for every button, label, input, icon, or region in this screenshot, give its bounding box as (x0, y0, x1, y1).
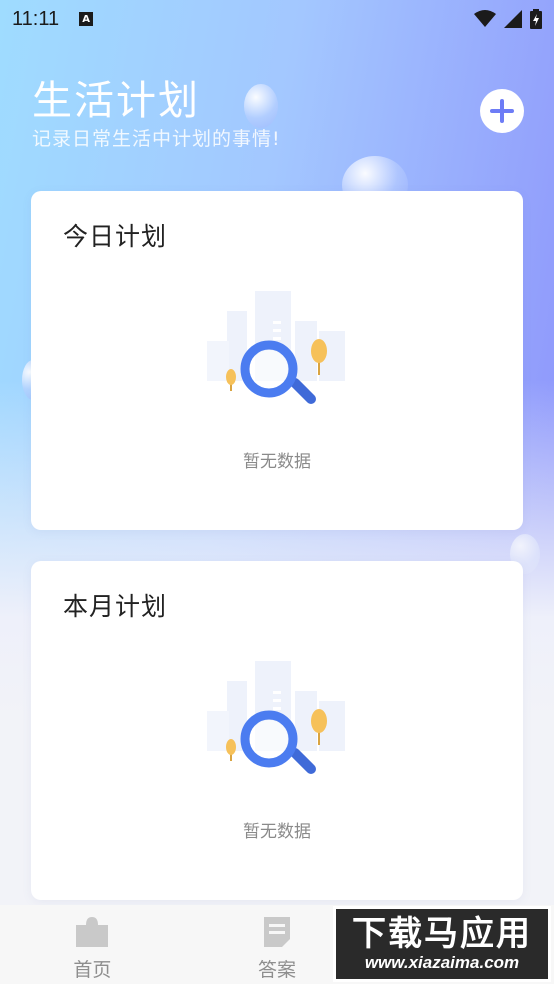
card-title: 本月计划 (63, 592, 168, 621)
month-plan-card: 本月计划 暂无数据 (31, 561, 523, 900)
status-icons (474, 9, 542, 29)
status-bar: 11:11 A (0, 0, 554, 38)
plus-icon (490, 99, 514, 123)
status-time: 11:11 (12, 7, 60, 30)
nav-item-home[interactable]: 首页 (0, 905, 185, 984)
empty-search-illustration (207, 291, 345, 404)
puzzle-icon (76, 917, 109, 947)
nav-label: 首页 (73, 959, 112, 981)
document-icon (264, 917, 290, 947)
decorative-bubble (244, 84, 278, 128)
signal-icon (504, 10, 522, 28)
nav-label: 答案 (258, 959, 297, 981)
site-watermark: 下载马应用 www.xiazaima.com (333, 906, 551, 982)
today-plan-card: 今日计划 暂无数据 (31, 191, 523, 530)
empty-state-text: 暂无数据 (243, 822, 311, 842)
watermark-title: 下载马应用 (352, 914, 532, 954)
add-plan-button[interactable] (480, 89, 524, 133)
battery-icon (530, 9, 542, 29)
a-letter-icon: A (79, 12, 94, 26)
card-title: 今日计划 (63, 222, 168, 251)
page-title: 生活计划 (32, 78, 200, 124)
watermark-url: www.xiazaima.com (364, 953, 520, 972)
empty-state-text: 暂无数据 (243, 452, 311, 472)
wifi-icon (474, 10, 496, 27)
empty-search-illustration (207, 661, 345, 774)
page-subtitle: 记录日常生活中计划的事情! (32, 128, 281, 150)
